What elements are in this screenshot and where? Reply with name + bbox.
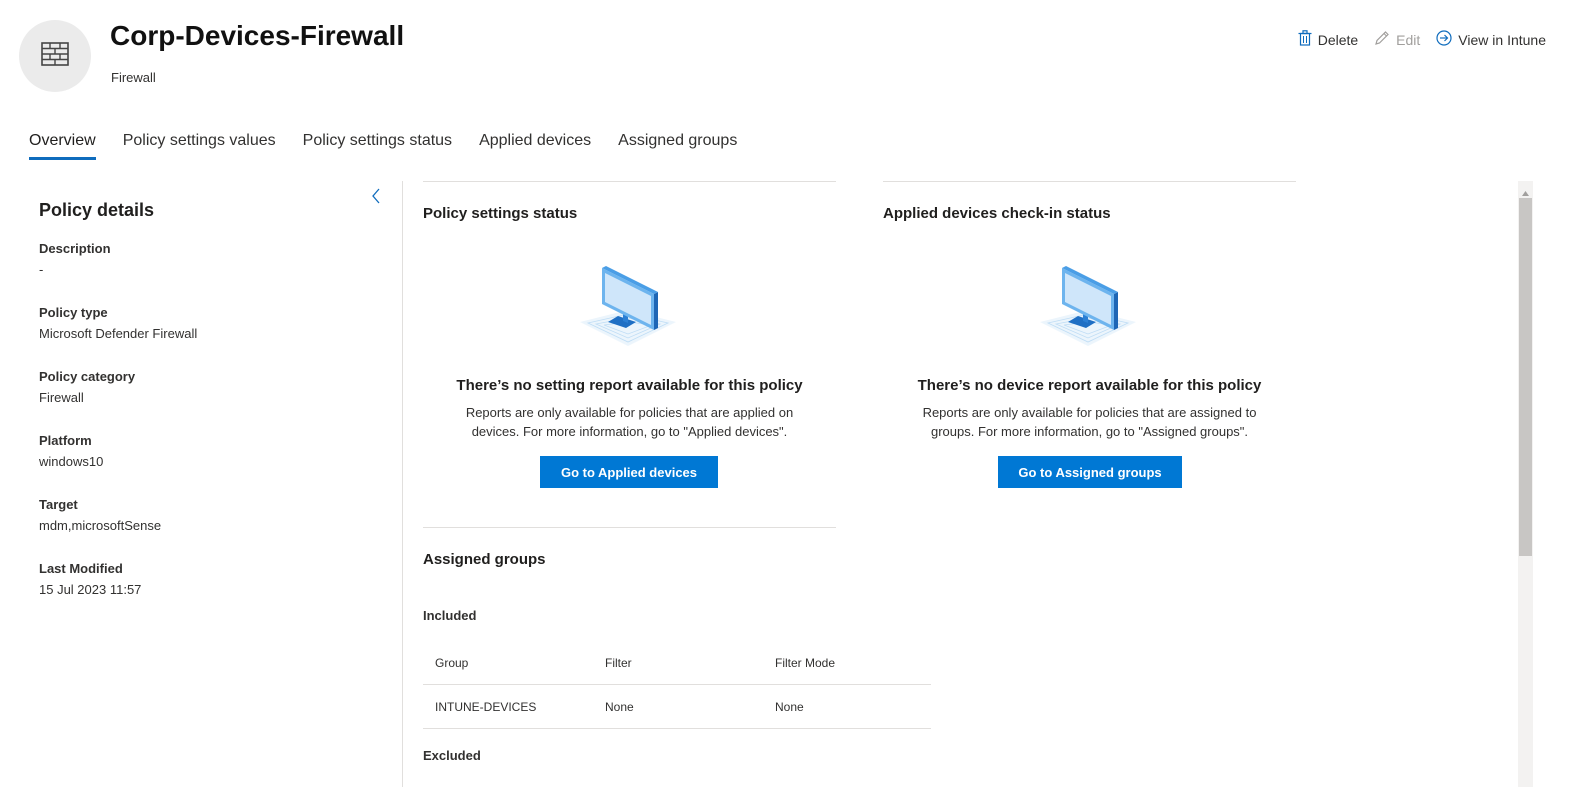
- table-row[interactable]: INTUNE-DEVICES None None: [423, 684, 931, 729]
- policy-details-pane: Policy details Description - Policy type…: [39, 200, 379, 625]
- settings-empty-title: There’s no setting report available for …: [456, 377, 803, 394]
- settings-empty-message: Reports are only available for policies …: [423, 403, 836, 441]
- delete-label: Delete: [1317, 31, 1359, 48]
- cell-filter: None: [593, 684, 763, 729]
- column-header-filter[interactable]: Filter: [593, 641, 763, 685]
- detail-label: Description: [39, 241, 111, 256]
- cell-filter-mode: None: [763, 684, 931, 729]
- go-to-applied-devices-button[interactable]: Go to Applied devices: [540, 456, 718, 488]
- chevron-left-icon: [370, 188, 382, 210]
- firewall-icon: [41, 41, 69, 71]
- settings-empty-line2: devices. For more information, go to "Ap…: [471, 424, 788, 439]
- cell-group: INTUNE-DEVICES: [423, 684, 593, 729]
- table-header-row: Group Filter Filter Mode: [423, 641, 931, 685]
- monitor-illustration: [1038, 266, 1138, 353]
- detail-value: Microsoft Defender Firewall: [39, 326, 198, 341]
- command-bar: Delete Edit View in Intune: [1298, 30, 1546, 49]
- page-title: Corp-Devices-Firewall: [110, 20, 405, 51]
- excluded-label: Excluded: [423, 748, 481, 763]
- devices-empty-line1: Reports are only available for policies …: [922, 405, 1257, 420]
- detail-value: Firewall: [39, 390, 84, 405]
- devices-empty-message: Reports are only available for policies …: [883, 403, 1296, 441]
- detail-last-modified: Last Modified 15 Jul 2023 11:57: [39, 561, 379, 597]
- detail-value: 15 Jul 2023 11:57: [39, 582, 142, 597]
- detail-label: Policy type: [39, 305, 108, 320]
- detail-label: Target: [39, 497, 78, 512]
- detail-target: Target mdm,microsoftSense: [39, 497, 379, 533]
- tab-applied-devices[interactable]: Applied devices: [479, 132, 591, 160]
- arrow-circle-icon: [1436, 30, 1452, 49]
- detail-label: Policy category: [39, 369, 136, 384]
- assigned-groups-title: Assigned groups: [423, 551, 546, 568]
- collapse-pane-button[interactable]: [370, 186, 382, 211]
- view-in-intune-button[interactable]: View in Intune: [1436, 30, 1546, 49]
- page-subtitle: Firewall: [111, 70, 156, 85]
- devices-status-title: Applied devices check-in status: [883, 205, 1111, 222]
- detail-platform: Platform windows10: [39, 433, 379, 469]
- detail-value: windows10: [39, 454, 104, 469]
- detail-value: mdm,microsoftSense: [39, 518, 162, 533]
- section-divider: [423, 527, 836, 528]
- detail-label: Last Modified: [39, 561, 123, 576]
- section-divider: [883, 181, 1296, 182]
- trash-icon: [1298, 30, 1312, 49]
- settings-empty-line1: Reports are only available for policies …: [465, 405, 794, 420]
- policy-details-title: Policy details: [39, 200, 155, 220]
- detail-label: Platform: [39, 433, 92, 448]
- monitor-illustration: [578, 266, 678, 353]
- view-in-intune-label: View in Intune: [1458, 31, 1546, 48]
- included-groups-table: Group Filter Filter Mode INTUNE-DEVICES …: [423, 641, 931, 729]
- settings-status-title: Policy settings status: [423, 205, 578, 222]
- tab-bar: Overview Policy settings values Policy s…: [29, 132, 737, 160]
- devices-empty-line2: groups. For more information, go to "Ass…: [930, 424, 1249, 439]
- tab-overview[interactable]: Overview: [29, 132, 96, 160]
- section-divider: [423, 181, 836, 182]
- detail-value: -: [39, 262, 44, 277]
- policy-avatar: [19, 20, 91, 92]
- detail-description: Description -: [39, 241, 379, 277]
- delete-button[interactable]: Delete: [1298, 30, 1358, 49]
- tab-policy-settings-status[interactable]: Policy settings status: [303, 132, 452, 160]
- pane-divider: [402, 181, 403, 787]
- scrollbar-thumb[interactable]: [1519, 198, 1532, 556]
- included-label: Included: [423, 608, 477, 623]
- detail-policy-type: Policy type Microsoft Defender Firewall: [39, 305, 379, 341]
- detail-policy-category: Policy category Firewall: [39, 369, 379, 405]
- pencil-icon: [1374, 30, 1390, 49]
- edit-button[interactable]: Edit: [1374, 30, 1420, 49]
- devices-empty-title: There’s no device report available for t…: [917, 377, 1262, 394]
- tab-policy-settings-values[interactable]: Policy settings values: [123, 132, 276, 160]
- tab-assigned-groups[interactable]: Assigned groups: [618, 132, 737, 160]
- edit-label: Edit: [1396, 31, 1421, 48]
- column-header-filter-mode[interactable]: Filter Mode: [763, 641, 931, 685]
- column-header-group[interactable]: Group: [423, 641, 593, 685]
- go-to-assigned-groups-button[interactable]: Go to Assigned groups: [998, 456, 1182, 488]
